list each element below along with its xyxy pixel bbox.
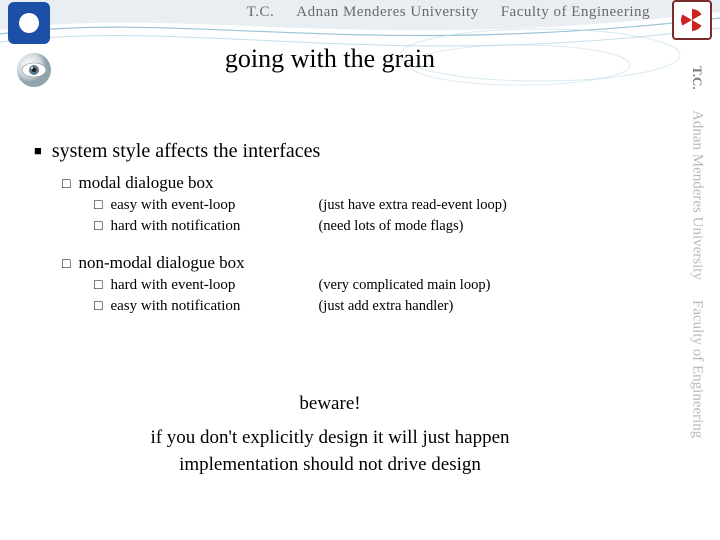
list-item: easy with event-loop (just have extra re…	[94, 195, 660, 216]
header-tc: T.C.	[247, 4, 275, 21]
section-label: modal dialogue box	[78, 173, 213, 193]
item-text: easy with notification	[110, 296, 310, 316]
list-item: hard with event-loop (very complicated m…	[94, 275, 660, 296]
footer-block: beware! if you don't explicitly design i…	[0, 390, 660, 479]
header-faculty: Faculty of Engineering	[501, 4, 650, 21]
bullet-open-icon	[94, 296, 102, 317]
bullet-open-icon	[94, 216, 102, 237]
item-note: (need lots of mode flags)	[318, 217, 463, 237]
main-heading: system style affects the interfaces	[34, 140, 660, 163]
section-heading: non-modal dialogue box	[62, 253, 660, 273]
sidebar-tc: T.C.	[689, 66, 705, 90]
bullet-open-icon	[94, 195, 102, 216]
bullet-open-icon	[62, 173, 70, 193]
item-text: hard with notification	[110, 216, 310, 236]
header-university: Adnan Menderes University	[296, 4, 478, 21]
header-bar: T.C. Adnan Menderes University Faculty o…	[0, 0, 720, 40]
faculty-logo-icon	[672, 0, 712, 40]
bullet-open-icon	[62, 253, 70, 273]
item-text: hard with event-loop	[110, 275, 310, 295]
list-item: hard with notification (need lots of mod…	[94, 216, 660, 237]
sidebar-university: Adnan Menderes University	[689, 110, 706, 280]
bullet-open-icon	[94, 275, 102, 296]
sidebar-watermark: T.C. Adnan Menderes University Faculty o…	[674, 60, 720, 520]
slide-title: going with the grain	[0, 44, 660, 74]
header-text: T.C. Adnan Menderes University Faculty o…	[80, 4, 660, 21]
section-label: non-modal dialogue box	[78, 253, 244, 273]
bullet-filled-icon	[34, 140, 42, 163]
item-note: (very complicated main loop)	[318, 276, 490, 296]
item-text: easy with event-loop	[110, 195, 310, 215]
content-area: system style affects the interfaces moda…	[34, 140, 660, 317]
university-logo-icon	[8, 2, 50, 44]
list-item: easy with notification (just add extra h…	[94, 296, 660, 317]
footer-beware: beware!	[0, 390, 660, 418]
footer-line2: implementation should not drive design	[0, 451, 660, 479]
footer-line1: if you don't explicitly design it will j…	[0, 424, 660, 452]
item-note: (just have extra read-event loop)	[318, 196, 506, 216]
item-note: (just add extra handler)	[318, 297, 453, 317]
main-heading-text: system style affects the interfaces	[52, 140, 320, 163]
sidebar-faculty: Faculty of Engineering	[689, 300, 706, 438]
section-heading: modal dialogue box	[62, 173, 660, 193]
